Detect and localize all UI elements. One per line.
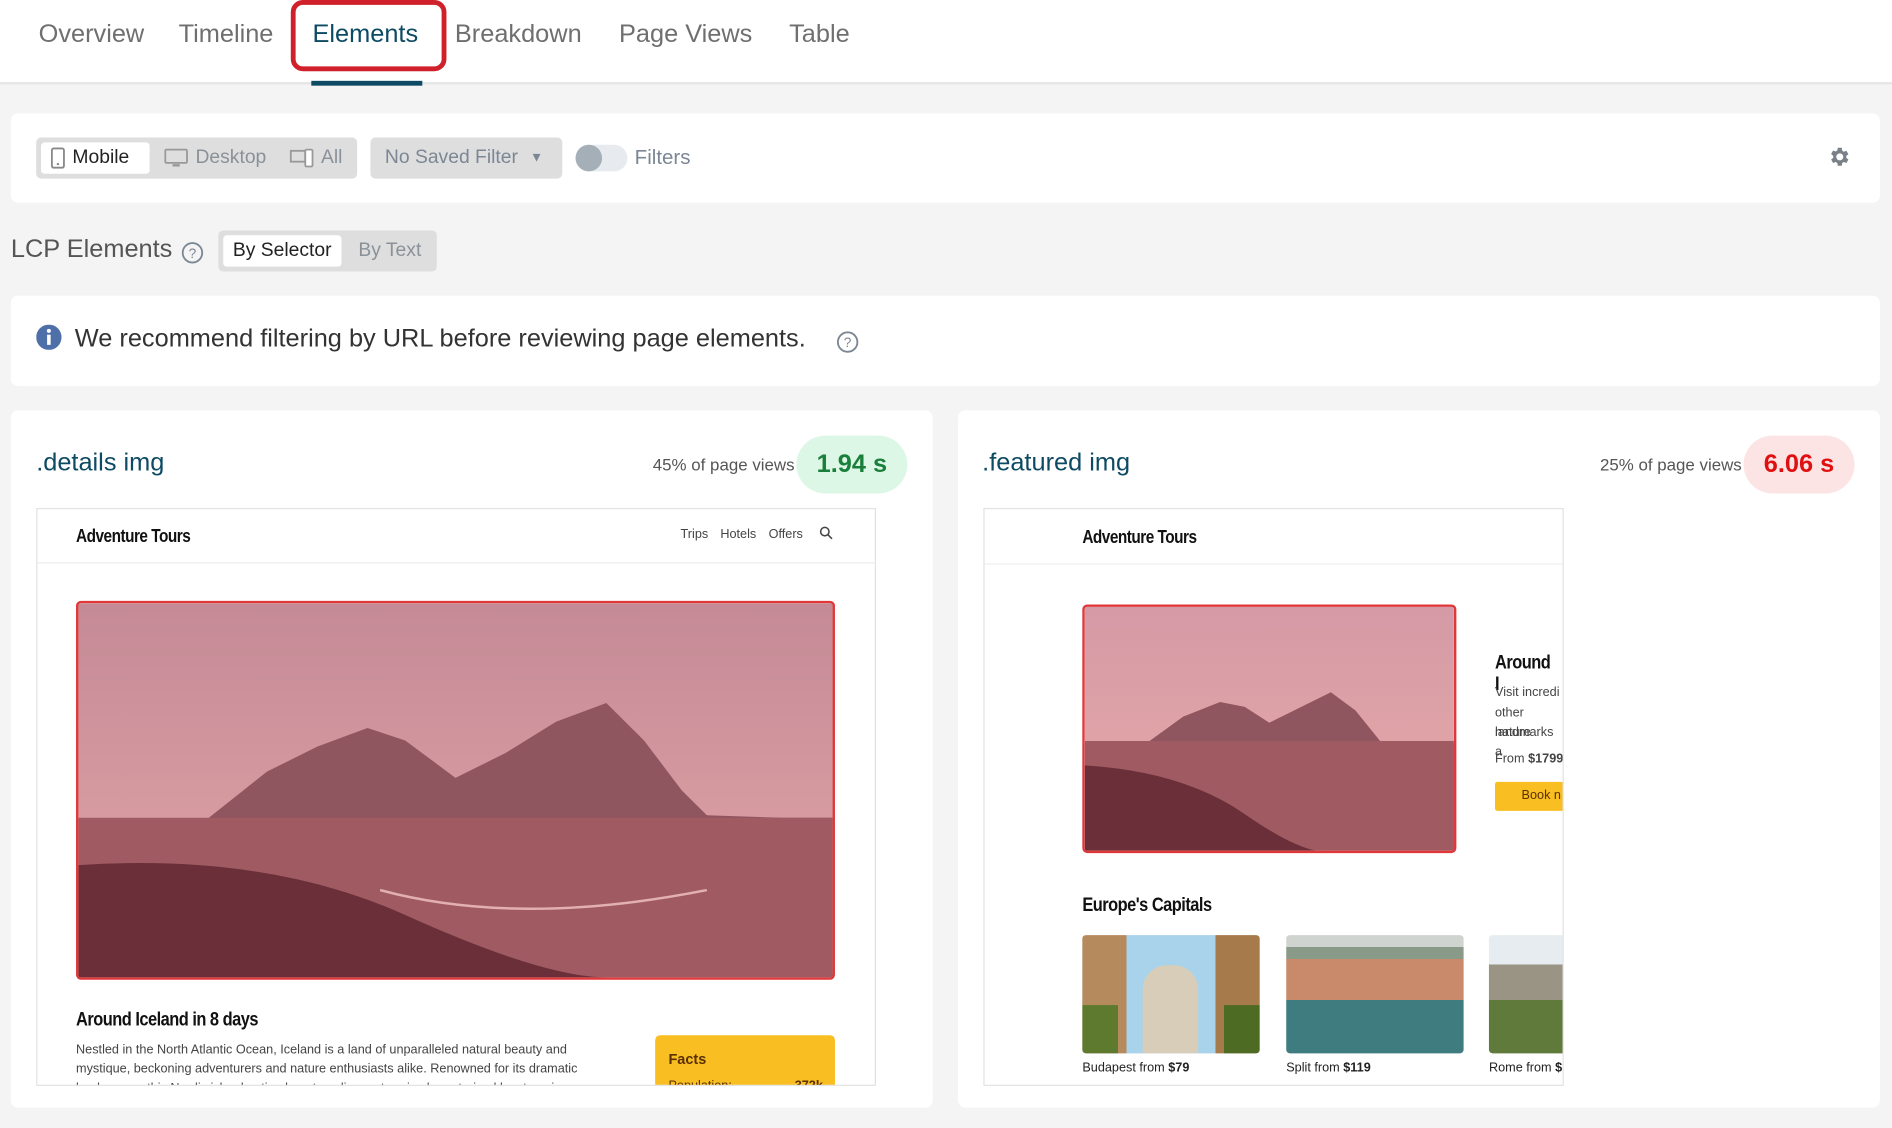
saved-filter-dropdown[interactable]: No Saved Filter ▼ — [370, 137, 563, 179]
landscape-image — [1084, 606, 1454, 851]
mobile-icon — [50, 147, 65, 169]
city-name: Split from — [1286, 1060, 1344, 1076]
toolbar: Mobile Desktop All No Saved Filter ▼ Fil… — [10, 113, 1880, 203]
info-icon — [36, 324, 62, 350]
preview-body: Nestled in the North Atlantic Ocean, Ice… — [76, 1042, 578, 1085]
tab-breakdown[interactable]: Breakdown — [455, 21, 582, 50]
city-price: $ — [1555, 1060, 1563, 1076]
lcp-element-highlight — [76, 600, 835, 980]
price-prefix: From — [1494, 751, 1529, 767]
element-card[interactable]: .details img 45% of page views 1.94 s Ad… — [10, 410, 933, 1108]
tab-table[interactable]: Table — [789, 21, 850, 50]
page-preview: Adventure Tours Trips Hotels Offers Arou… — [36, 507, 876, 1086]
saved-filter-label: No Saved Filter — [384, 147, 518, 168]
lcp-element-highlight — [1082, 604, 1457, 854]
price-value: $1799 — [1528, 751, 1564, 767]
search-icon — [819, 526, 833, 540]
preview-nav-hotels: Hotels — [720, 527, 757, 542]
lcp-value-badge: 6.06 s — [1743, 435, 1855, 494]
page-views-share: 45% of page views — [652, 454, 795, 475]
city-caption: Rome from $ — [1489, 1058, 1562, 1077]
help-icon[interactable]: ? — [181, 241, 204, 264]
city-name: Rome from — [1488, 1060, 1556, 1076]
filters-label: Filters — [634, 145, 691, 169]
city-caption: Budapest from $79 — [1082, 1058, 1189, 1077]
desktop-icon — [164, 148, 188, 167]
landscape-image — [78, 603, 833, 978]
by-selector-button[interactable]: By Selector — [223, 235, 342, 267]
preview-price: From $1799 — [1495, 749, 1563, 768]
gear-icon[interactable] — [1827, 145, 1851, 169]
grouping-selector: By Selector By Text — [218, 230, 437, 272]
city-caption: Split from $119 — [1286, 1058, 1371, 1077]
notice-text: We recommend filtering by URL before rev… — [74, 324, 806, 353]
tab-page-views[interactable]: Page Views — [619, 21, 752, 50]
section-title: LCP Elements — [10, 235, 173, 264]
preview-nav-trips: Trips — [680, 527, 709, 542]
help-icon[interactable]: ? — [836, 331, 859, 354]
device-all-button[interactable]: All — [280, 142, 352, 173]
active-tab-indicator — [311, 80, 423, 86]
city-price: $119 — [1343, 1060, 1371, 1076]
all-devices-icon — [289, 148, 314, 168]
city-thumbnail-rome — [1488, 935, 1563, 1054]
device-desktop-label: Desktop — [195, 147, 267, 168]
device-selector: Mobile Desktop All — [36, 137, 358, 179]
city-name: Budapest from — [1082, 1060, 1169, 1076]
chevron-down-icon: ▼ — [530, 150, 544, 166]
preview-line: Visit incredi — [1494, 685, 1560, 700]
page-views-share: 25% of page views — [1599, 454, 1742, 475]
preview-section-title: Europe's Capitals — [1082, 895, 1212, 916]
facts-title: Facts — [668, 1050, 707, 1068]
device-desktop-button[interactable]: Desktop — [154, 142, 276, 173]
svg-text:?: ? — [189, 246, 197, 261]
tab-overview[interactable]: Overview — [39, 21, 145, 50]
device-mobile-label: Mobile — [72, 147, 130, 168]
element-card[interactable]: .featured img 25% of page views 6.06 s A… — [958, 410, 1880, 1108]
preview-brand: Adventure Tours — [1082, 527, 1197, 548]
toggle-knob — [575, 144, 603, 172]
filters-toggle[interactable] — [575, 144, 628, 172]
preview-brand: Adventure Tours — [76, 526, 191, 547]
device-all-label: All — [320, 147, 343, 168]
device-mobile-button[interactable]: Mobile — [41, 142, 150, 174]
by-text-button[interactable]: By Text — [349, 235, 431, 266]
page-preview: Adventure Tours Around I Visit incredi o… — [983, 507, 1564, 1086]
tab-bar: Overview Timeline Elements Breakdown Pag… — [0, 0, 1892, 85]
svg-text:?: ? — [844, 335, 852, 350]
preview-cta: Book n — [1494, 781, 1563, 811]
city-thumbnail-split — [1286, 935, 1464, 1054]
preview-heading: Around Iceland in 8 days — [76, 1009, 258, 1031]
element-selector: .details img — [36, 448, 165, 477]
highlight-box — [290, 0, 447, 72]
element-selector: .featured img — [982, 448, 1131, 477]
tab-timeline[interactable]: Timeline — [179, 21, 274, 50]
lcp-value-badge: 1.94 s — [796, 435, 908, 494]
preview-nav-offers: Offers — [768, 527, 803, 542]
notice-banner: We recommend filtering by URL before rev… — [10, 295, 1880, 387]
city-price: $79 — [1168, 1060, 1190, 1076]
city-thumbnail-budapest — [1082, 935, 1260, 1054]
facts-box: Facts Population: 372k — [655, 1035, 835, 1086]
facts-row-value: 372k — [794, 1078, 823, 1086]
facts-row-label: Population: — [668, 1078, 732, 1086]
